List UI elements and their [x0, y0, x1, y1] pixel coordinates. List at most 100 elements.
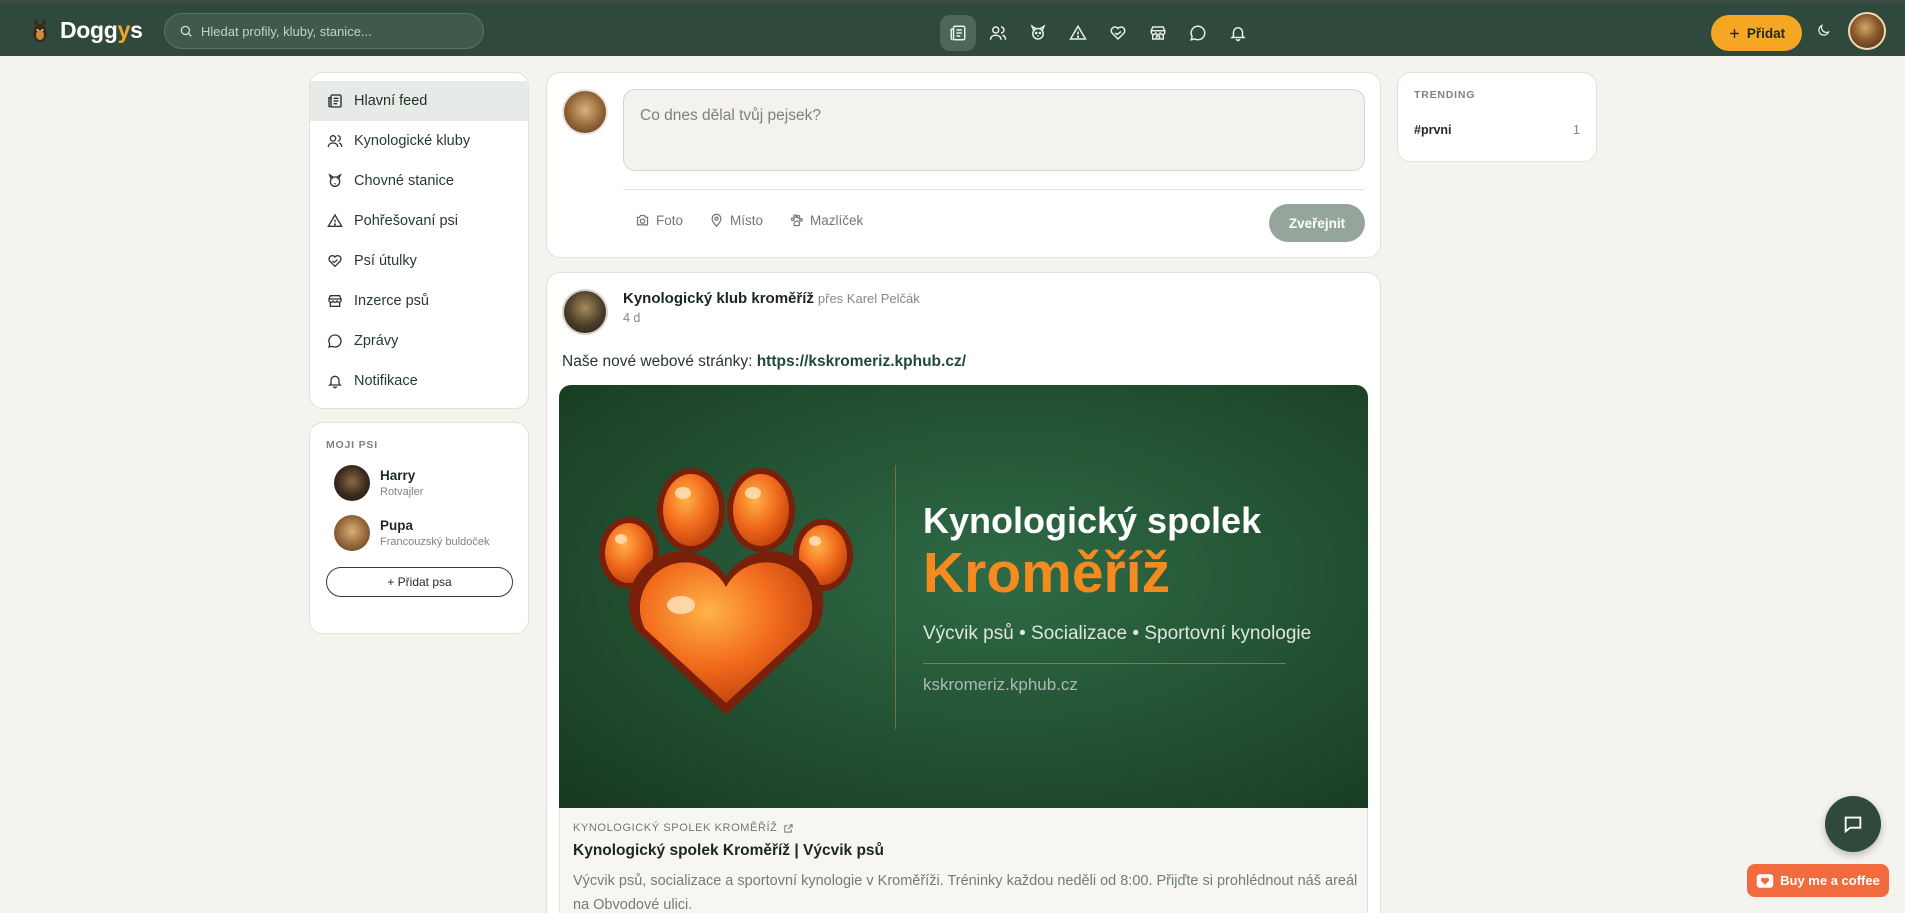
dog-logo-icon	[33, 18, 47, 42]
composer-textarea[interactable]: Co dnes dělal tvůj pejsek?	[623, 89, 1365, 171]
map-pin-icon	[711, 213, 722, 227]
nav-shelters-icon[interactable]	[1100, 15, 1136, 51]
dog-item[interactable]: Harry Rotvajler	[326, 465, 512, 501]
feed-icon	[328, 94, 342, 108]
moon-icon	[1818, 24, 1830, 36]
sidebar-item-clubs[interactable]: Kynologické kluby	[310, 121, 528, 161]
heart-handshake-icon	[328, 255, 342, 268]
dog-name: Harry	[380, 468, 416, 483]
divider	[623, 189, 1365, 190]
bell-icon	[328, 375, 342, 389]
preview-site: KYNOLOGICKÝ SPOLEK KROMĚŘÍŽ	[573, 822, 1354, 834]
nav-messages-icon[interactable]	[1180, 15, 1216, 51]
search-box[interactable]	[164, 13, 484, 49]
trending-item[interactable]: #prvni 1	[1414, 123, 1580, 137]
place-button[interactable]: Místo	[709, 213, 763, 228]
nav-clubs-icon[interactable]	[980, 15, 1016, 51]
composer-tools: Foto Místo Mazlíček	[635, 213, 863, 228]
app-name: Doggys	[60, 17, 143, 43]
post-link[interactable]: https://kskromeriz.kphub.cz/	[757, 353, 966, 370]
sidebar-item-label: Hlavní feed	[354, 93, 428, 109]
post-time: 4 d	[623, 311, 641, 325]
dog-item[interactable]: Pupa Francouzský buldoček	[326, 515, 512, 551]
post-author-avatar[interactable]	[562, 289, 608, 335]
trending-panel: TRENDING #prvni 1	[1397, 72, 1597, 162]
people-icon	[327, 135, 343, 148]
dog-face-icon	[328, 173, 342, 187]
place-label: Místo	[730, 213, 764, 228]
post-text: Naše nové webové stránky:	[562, 353, 757, 370]
post-via[interactable]: přes Karel Pelčák	[818, 291, 920, 306]
banner-city: Kroměříž	[923, 541, 1171, 605]
sidebar-item-label: Notifikace	[354, 373, 418, 389]
warning-icon	[327, 213, 343, 227]
banner-tagline: Výcvik psů • Socializace • Sportovní kyn…	[923, 623, 1312, 644]
coffee-cup-icon	[1756, 873, 1774, 888]
external-link-icon	[784, 823, 794, 833]
sidebar-item-ads[interactable]: Inzerce psů	[310, 281, 528, 321]
app-logo[interactable]: Doggys	[28, 17, 143, 44]
post-composer: Co dnes dělal tvůj pejsek? Foto Místo Ma…	[546, 72, 1381, 258]
search-icon	[180, 25, 192, 37]
link-preview[interactable]: KYNOLOGICKÝ SPOLEK KROMĚŘÍŽ Kynologický …	[559, 808, 1368, 913]
buy-me-a-coffee-button[interactable]: Buy me a coffee	[1747, 864, 1889, 897]
sidebar-item-missing[interactable]: Pohřešovaní psi	[310, 201, 528, 241]
coffee-label: Buy me a coffee	[1780, 873, 1880, 888]
preview-site-label: KYNOLOGICKÝ SPOLEK KROMĚŘÍŽ	[573, 822, 778, 834]
pet-label: Mazlíček	[810, 213, 864, 228]
search-input[interactable]	[201, 23, 461, 39]
post-author[interactable]: Kynologický klub kroměříž	[623, 290, 814, 307]
sidebar-item-messages[interactable]: Zprávy	[310, 321, 528, 361]
top-bar: Doggys Přidat	[0, 0, 1905, 56]
sidebar-item-kennels[interactable]: Chovné stanice	[310, 161, 528, 201]
dog-name: Pupa	[380, 518, 414, 533]
sidebar-item-shelters[interactable]: Psí útulky	[310, 241, 528, 281]
trending-count: 1	[1573, 123, 1580, 137]
add-button-label: Přidat	[1746, 25, 1786, 41]
sidebar-nav: Hlavní feed Kynologické kluby Chovné sta…	[309, 72, 529, 409]
banner-title: Kynologický spolek	[923, 500, 1262, 541]
add-button[interactable]: Přidat	[1711, 15, 1802, 51]
user-avatar[interactable]	[1848, 12, 1886, 50]
publish-button[interactable]: Zveřejnit	[1269, 204, 1365, 242]
nav-ads-icon[interactable]	[1140, 15, 1176, 51]
nav-kennels-icon[interactable]	[1020, 15, 1056, 51]
dog-breed: Rotvajler	[380, 486, 424, 498]
pet-button[interactable]: Mazlíček	[789, 213, 863, 228]
feed-post: Kynologický klub kroměříž přes Karel Pelč…	[546, 272, 1381, 913]
camera-icon	[636, 214, 649, 226]
post-header: Kynologický klub kroměříž přes Karel Pelč…	[623, 290, 920, 307]
photo-label: Foto	[656, 213, 684, 228]
trending-title: TRENDING	[1414, 89, 1476, 101]
chat-button[interactable]	[1825, 796, 1881, 852]
banner-rule	[923, 663, 1286, 664]
chat-icon	[1844, 816, 1862, 834]
sidebar-item-label: Zprávy	[354, 333, 399, 349]
paw-heart-logo-icon	[599, 468, 853, 715]
message-icon	[328, 334, 342, 348]
sidebar-item-notifications[interactable]: Notifikace	[310, 361, 528, 401]
dark-mode-toggle[interactable]	[1816, 23, 1831, 38]
dog-avatar	[334, 465, 370, 501]
plus-icon	[1730, 28, 1739, 38]
nav-missing-icon[interactable]	[1060, 15, 1096, 51]
post-body: Naše nové webové stránky: https://kskrom…	[562, 353, 966, 371]
sidebar-item-label: Pohřešovaní psi	[354, 213, 458, 229]
preview-title: Kynologický spolek Kroměříž | Výcvik psů	[573, 842, 884, 859]
photo-button[interactable]: Foto	[635, 213, 683, 228]
my-dogs-title: MOJI PSI	[326, 439, 378, 451]
banner-url: kskromeriz.kphub.cz	[923, 675, 1078, 694]
preview-description: Výcvik psů, socializace a sportovní kyno…	[573, 873, 1358, 913]
dog-breed: Francouzský buldoček	[380, 536, 490, 548]
sidebar-item-label: Chovné stanice	[354, 173, 454, 189]
link-preview-image[interactable]: Kynologický spolek Kroměříž Výcvik psů •…	[559, 385, 1368, 808]
dog-avatar	[334, 515, 370, 551]
sidebar-item-feed[interactable]: Hlavní feed	[310, 81, 528, 121]
banner-divider	[895, 465, 896, 729]
nav-feed-icon[interactable]	[940, 15, 976, 51]
paw-icon	[790, 214, 803, 227]
trending-tag: #prvni	[1414, 123, 1452, 137]
add-dog-button[interactable]: + Přidat psa	[326, 567, 513, 597]
store-icon	[328, 295, 342, 307]
nav-notifications-icon[interactable]	[1220, 15, 1256, 51]
